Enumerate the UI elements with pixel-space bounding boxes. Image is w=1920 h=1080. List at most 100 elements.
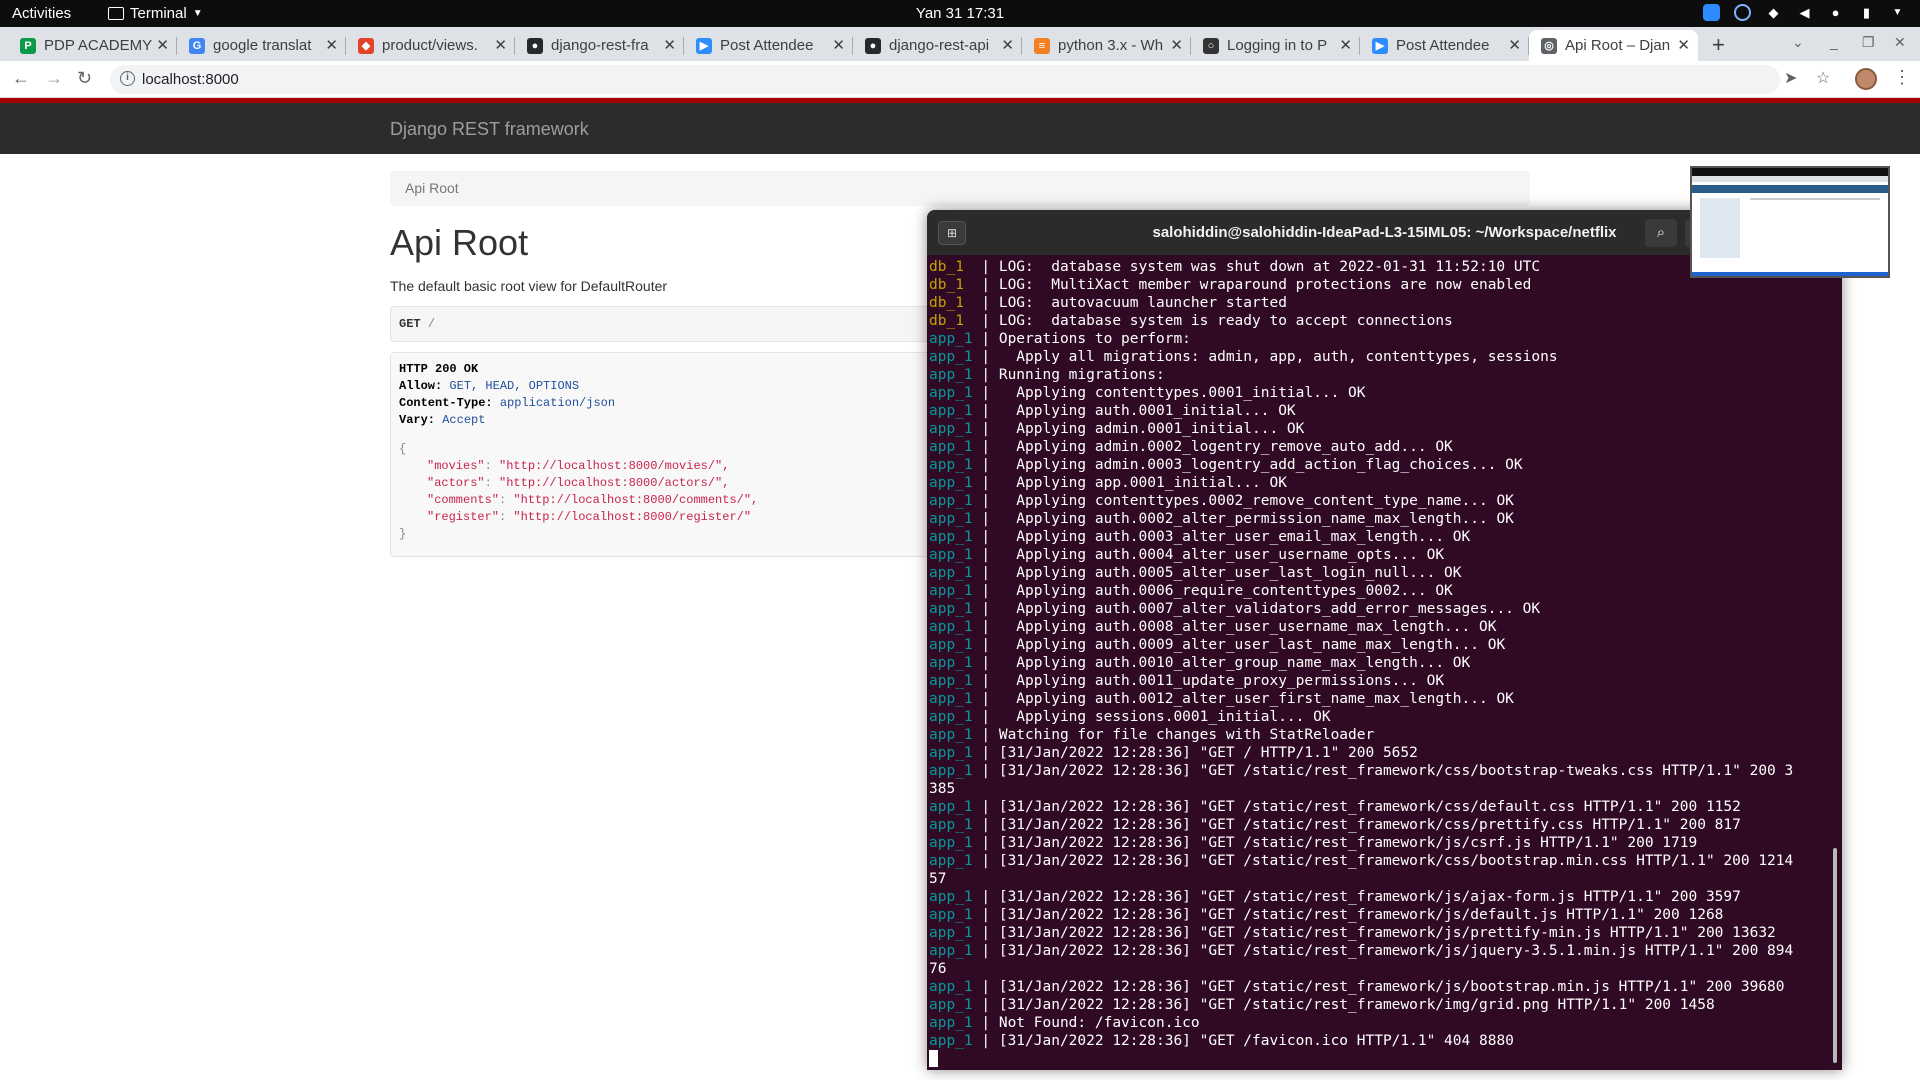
terminal-line: app_1 | Apply all migrations: admin, app…	[929, 348, 1829, 366]
request-path: /	[427, 317, 436, 331]
service-name: app_1	[929, 475, 973, 491]
terminal-window[interactable]: ⊞ salohiddin@salohiddin-IdeaPad-L3-15IML…	[927, 210, 1842, 1070]
close-tab-icon[interactable]: ✕	[494, 36, 507, 54]
close-tab-icon[interactable]: ✕	[1508, 36, 1521, 54]
app-menu[interactable]: Terminal ▼	[108, 5, 203, 22]
log-text: | [31/Jan/2022 12:28:36] "GET /static/re…	[972, 799, 1741, 815]
wifi-icon[interactable]: ◆	[1765, 4, 1782, 21]
log-text: | [31/Jan/2022 12:28:36] "GET /static/re…	[972, 979, 1785, 995]
system-tray[interactable]: ◆ ◀ ● ▮ ▼	[1703, 4, 1906, 21]
battery-icon[interactable]: ▮	[1858, 4, 1875, 21]
json-entry: "actors": "http://localhost:8000/actors/…	[427, 476, 730, 490]
log-text: 57	[929, 871, 947, 887]
service-name: app_1	[929, 745, 973, 761]
browser-tab[interactable]: ● django-rest-fra ✕	[515, 30, 684, 61]
json-link-value[interactable]: "http://localhost:8000/register/"	[513, 510, 751, 524]
close-tab-icon[interactable]: ✕	[1001, 36, 1014, 54]
zoom-tray-icon[interactable]	[1703, 4, 1720, 21]
profile-avatar[interactable]	[1855, 68, 1877, 90]
service-name: app_1	[929, 979, 973, 995]
log-text: | [31/Jan/2022 12:28:36] "GET /static/re…	[972, 817, 1741, 833]
close-tab-icon[interactable]: ✕	[1677, 36, 1690, 54]
log-text: | [31/Jan/2022 12:28:36] "GET /static/re…	[972, 997, 1715, 1013]
reload-icon[interactable]: ↻	[77, 68, 92, 89]
response-header-row: Vary: Accept	[399, 412, 981, 429]
site-info-icon[interactable]: i	[120, 71, 135, 86]
response-header-value: application/json	[499, 396, 616, 410]
log-text: | Applying auth.0004_alter_user_username…	[972, 547, 1445, 563]
chevron-down-icon[interactable]: ▼	[1889, 4, 1906, 21]
drf-brand-link[interactable]: Django REST framework	[390, 119, 589, 140]
forward-arrow-icon[interactable]: →	[45, 68, 63, 89]
page-title: Api Root	[390, 222, 529, 263]
json-link-value[interactable]: "http://localhost:8000/movies/",	[499, 459, 729, 473]
minimize-icon[interactable]: _	[1830, 34, 1838, 50]
browser-tab[interactable]: ▶ Post Attendee ✕	[1360, 30, 1529, 61]
service-name: app_1	[929, 997, 973, 1013]
response-info: HTTP 200 OK Allow: GET, HEAD, OPTIONS Con…	[390, 352, 990, 557]
terminal-line: app_1 | [31/Jan/2022 12:28:36] "GET /sta…	[929, 798, 1829, 816]
close-tab-icon[interactable]: ✕	[663, 36, 676, 54]
bookmark-star-icon[interactable]: ☆	[1816, 68, 1830, 88]
terminal-scrollbar[interactable]	[1833, 848, 1837, 1063]
log-text: | Not Found: /favicon.ico	[972, 1015, 1200, 1031]
log-text: | [31/Jan/2022 12:28:36] "GET /static/re…	[972, 835, 1698, 851]
log-text: | Running migrations:	[972, 367, 1165, 383]
close-tab-icon[interactable]: ✕	[325, 36, 338, 54]
json-link-value[interactable]: "http://localhost:8000/comments/",	[513, 493, 758, 507]
log-text: | Applying auth.0011_update_proxy_permis…	[972, 673, 1445, 689]
volume-icon[interactable]: ◀	[1796, 4, 1813, 21]
browser-tab[interactable]: ◎ Api Root – Djan ✕	[1529, 30, 1698, 61]
json-key: "movies"	[427, 459, 485, 473]
network-share-tray-icon[interactable]	[1734, 4, 1751, 21]
json-link-value[interactable]: "http://localhost:8000/actors/",	[499, 476, 729, 490]
service-name: app_1	[929, 943, 973, 959]
new-tab-icon[interactable]: +	[1712, 32, 1725, 58]
browser-tab[interactable]: ● django-rest-api ✕	[853, 30, 1022, 61]
clock[interactable]: Yan 31 17:31	[0, 5, 1920, 22]
browser-tab[interactable]: ○ Logging in to P ✕	[1191, 30, 1360, 61]
browser-tab-title: google translat	[213, 37, 312, 54]
address-url[interactable]: localhost:8000	[142, 71, 239, 88]
browser-tab[interactable]: Ggoogle translat ✕	[177, 30, 346, 61]
terminal-line: app_1 | Applying auth.0008_alter_user_us…	[929, 618, 1829, 636]
browser-tab[interactable]: P PDP ACADEMY ✕	[8, 30, 177, 61]
microphone-icon[interactable]: ●	[1827, 4, 1844, 21]
google-icon: G	[189, 37, 205, 54]
terminal-output[interactable]: db_1 | LOG: database system was shut dow…	[929, 258, 1829, 1050]
send-to-devices-icon[interactable]: ➤	[1784, 68, 1797, 88]
browser-tab[interactable]: ≡ python 3.x - Wh ✕	[1022, 30, 1191, 61]
service-name: app_1	[929, 421, 973, 437]
maximize-icon[interactable]: ❐	[1862, 34, 1875, 51]
screen-share-thumbnail[interactable]	[1690, 166, 1890, 278]
terminal-line: app_1 | Applying sessions.0001_initial..…	[929, 708, 1829, 726]
close-tab-icon[interactable]: ✕	[1170, 36, 1183, 54]
zoom-icon: ▶	[696, 37, 712, 54]
close-tab-icon[interactable]: ✕	[156, 36, 169, 54]
json-entry: "movies": "http://localhost:8000/movies/…	[427, 459, 730, 473]
back-arrow-icon[interactable]: ←	[12, 68, 30, 89]
address-bar[interactable]: i localhost:8000	[110, 65, 1780, 94]
service-name: db_1	[929, 277, 964, 293]
browser-tab[interactable]: ▶ Post Attendee ✕	[684, 30, 853, 61]
close-tab-icon[interactable]: ✕	[1339, 36, 1352, 54]
browser-menu-icon[interactable]: ⋮	[1893, 67, 1911, 88]
service-name: app_1	[929, 565, 973, 581]
terminal-line: app_1 | [31/Jan/2022 12:28:36] "GET /sta…	[929, 978, 1829, 996]
log-text: | Applying auth.0009_alter_user_last_nam…	[972, 637, 1506, 653]
chevron-down-icon[interactable]: ⌄	[1792, 34, 1804, 51]
breadcrumb-item[interactable]: Api Root	[405, 180, 459, 196]
service-name: app_1	[929, 817, 973, 833]
service-name: app_1	[929, 529, 973, 545]
search-icon[interactable]: ⌕	[1645, 219, 1677, 247]
service-name: app_1	[929, 709, 973, 725]
log-text: | Applying auth.0001_initial... OK	[972, 403, 1296, 419]
terminal-line: app_1 | [31/Jan/2022 12:28:36] "GET / HT…	[929, 744, 1829, 762]
activities-button[interactable]: Activities	[12, 5, 71, 22]
browser-tab[interactable]: ◆ product/views. ✕	[346, 30, 515, 61]
close-tab-icon[interactable]: ✕	[832, 36, 845, 54]
browser-tab-title: Post Attendee	[1396, 37, 1490, 54]
browser-tab-title: django-rest-api	[889, 37, 990, 54]
log-text: | Applying app.0001_initial... OK	[972, 475, 1287, 491]
close-window-icon[interactable]: ✕	[1894, 34, 1906, 51]
